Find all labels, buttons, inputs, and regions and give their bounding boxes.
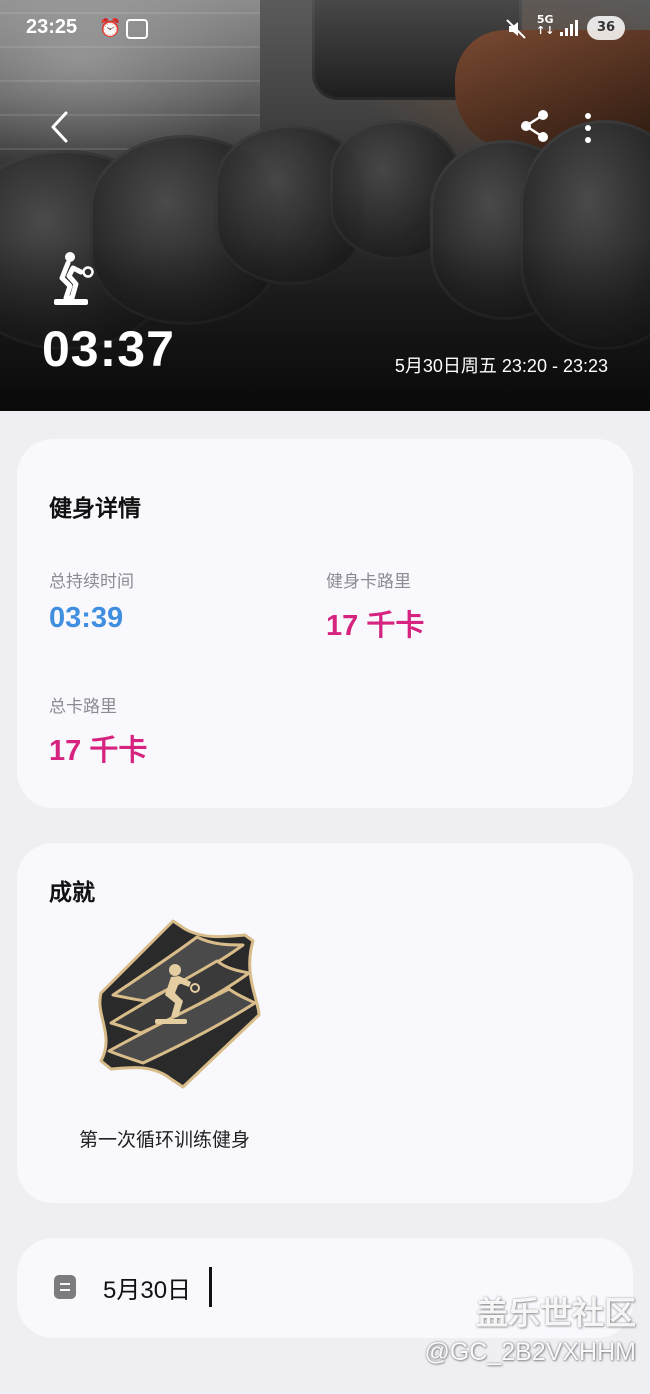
watermark-site: 盖乐世社区: [475, 1294, 636, 1332]
circuit-training-icon: [54, 252, 94, 305]
workout-duration: 03:37: [42, 321, 175, 377]
workout-detail-page: 23:25 ⏰ 5G ↑↓ 36 03:37 5月30日周五 23:20 - 2…: [0, 0, 650, 1394]
badge-name: 第一次循环训练健身: [79, 1129, 251, 1151]
achievements-card: 成就 第一次循环训练健身: [17, 843, 633, 1203]
stat-workout-calories: 健身卡路里 17 千卡: [326, 567, 424, 644]
workout-details-card: 健身详情 总持续时间 03:39 健身卡路里 17 千卡 总卡路里 17 千卡: [17, 439, 633, 808]
stat-value: 17 千卡: [49, 735, 148, 767]
back-button[interactable]: [40, 105, 84, 149]
text-cursor: [209, 1267, 212, 1307]
more-options-button[interactable]: [576, 108, 600, 148]
mute-icon: [505, 18, 527, 45]
network-type: 5G ↑↓: [536, 13, 555, 37]
stat-total-duration: 总持续时间 03:39: [49, 567, 134, 635]
battery-indicator: 36: [587, 16, 625, 40]
details-title: 健身详情: [49, 496, 141, 522]
status-bar: 23:25 ⏰ 5G ↑↓ 36: [0, 12, 650, 48]
stat-label: 健身卡路里: [326, 572, 411, 592]
note-icon: [54, 1275, 76, 1299]
alarm-icon: ⏰: [99, 18, 122, 39]
achievements-title: 成就: [49, 880, 95, 906]
share-icon: [521, 110, 548, 142]
screen-record-icon: [126, 19, 148, 39]
stat-value: 17 千卡: [326, 610, 425, 642]
more-icon: [585, 113, 591, 143]
back-icon: [51, 111, 68, 143]
stat-label: 总卡路里: [49, 697, 117, 717]
share-button[interactable]: [518, 108, 552, 144]
achievement-badge[interactable]: [93, 915, 263, 1090]
workout-date-range: 5月30日周五 23:20 - 23:23: [394, 356, 608, 376]
note-input[interactable]: 5月30日: [103, 1270, 191, 1305]
status-time: 23:25: [26, 16, 78, 38]
stat-label: 总持续时间: [49, 572, 134, 592]
stat-total-calories: 总卡路里 17 千卡: [49, 692, 147, 769]
watermark-user: @GC_2B2VXHHM: [424, 1338, 636, 1366]
signal-icon: [560, 20, 580, 36]
stat-value: 03:39: [49, 602, 124, 634]
hero-banner: 23:25 ⏰ 5G ↑↓ 36 03:37 5月30日周五 23:20 - 2…: [0, 0, 650, 411]
